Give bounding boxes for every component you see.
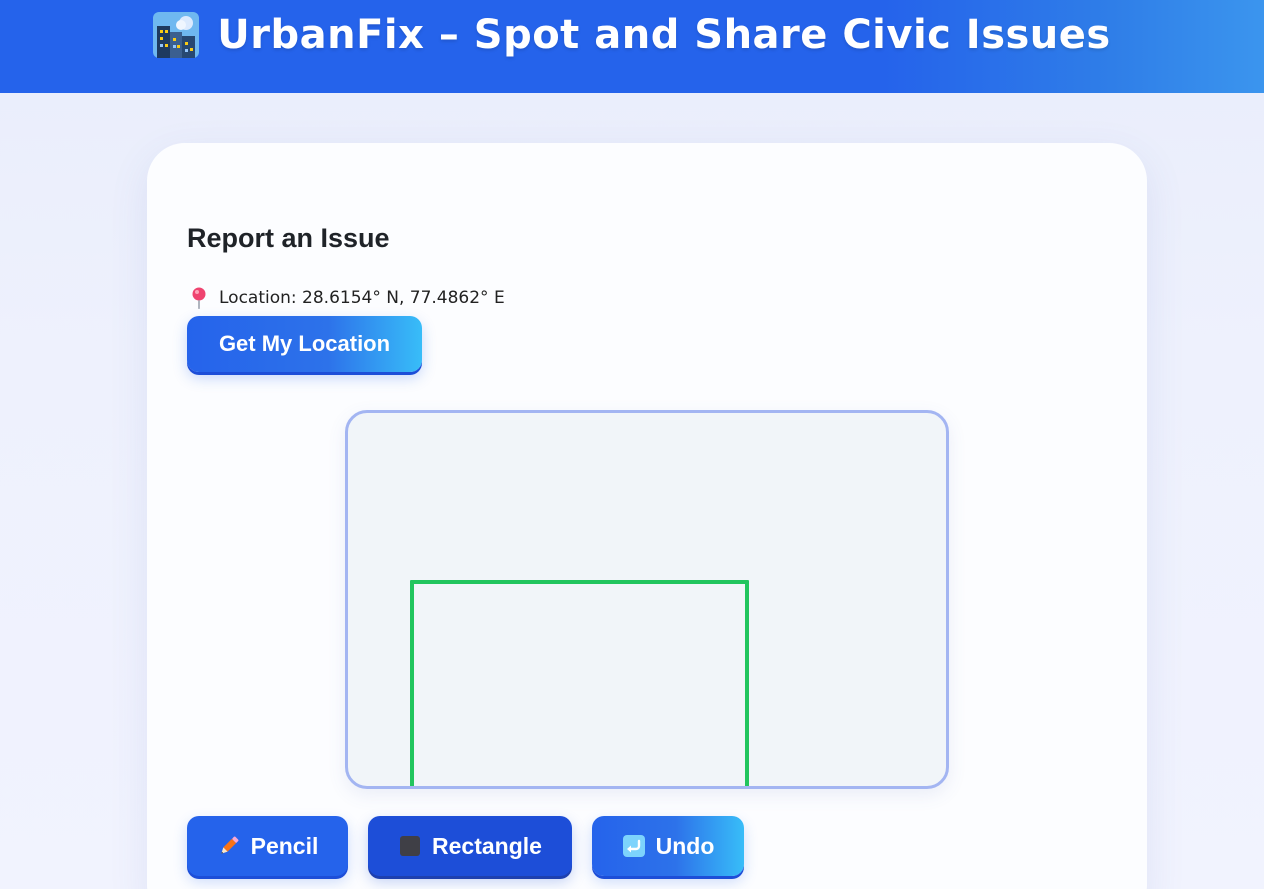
header-content: UrbanFix – Spot and Share Civic Issues xyxy=(153,8,1110,62)
app-title: UrbanFix – Spot and Share Civic Issues xyxy=(217,12,1111,58)
get-location-button[interactable]: Get My Location xyxy=(187,316,422,372)
drawing-canvas[interactable] xyxy=(345,410,949,789)
pencil-button[interactable]: Pencil xyxy=(187,816,348,876)
city-buildings-icon xyxy=(153,12,200,58)
pencil-icon xyxy=(217,834,241,858)
pencil-label: Pencil xyxy=(250,832,319,859)
rectangle-label: Rectangle xyxy=(432,832,542,859)
report-card: Report an Issue Location: 28.6154° N, 77… xyxy=(147,143,1147,889)
undo-arrow-icon xyxy=(622,834,646,858)
location-text: Location: 28.6154° N, 77.4862° E xyxy=(219,288,505,308)
rectangle-button[interactable]: Rectangle xyxy=(368,816,572,876)
pin-icon xyxy=(187,286,211,310)
undo-label: Undo xyxy=(655,832,715,859)
app-header: UrbanFix – Spot and Share Civic Issues xyxy=(0,0,1264,93)
drawn-rectangle xyxy=(410,580,749,786)
location-display: Location: 28.6154° N, 77.4862° E xyxy=(187,286,505,310)
undo-button[interactable]: Undo xyxy=(592,816,744,876)
square-icon xyxy=(398,834,422,858)
drawing-toolbar: Pencil Rectangle Undo xyxy=(187,816,744,876)
section-title: Report an Issue xyxy=(187,223,390,253)
